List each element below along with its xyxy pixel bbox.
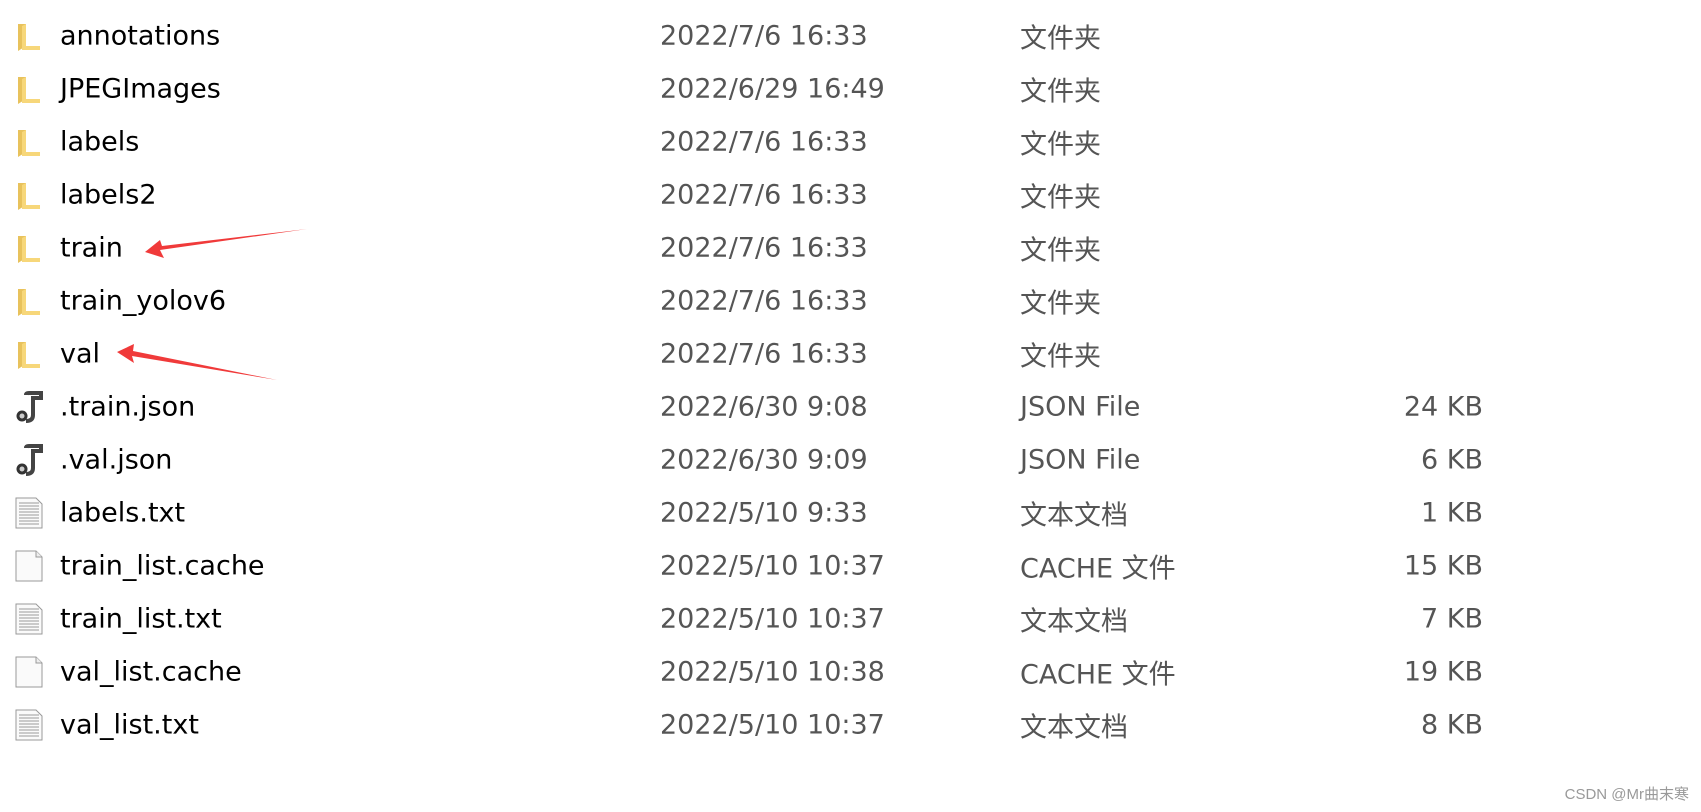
file-date: 2022/7/6 16:33 bbox=[660, 20, 868, 51]
file-row[interactable]: annotations 2022/7/6 16:33 文件夹 bbox=[0, 9, 1600, 62]
file-row[interactable]: labels 2022/7/6 16:33 文件夹 bbox=[0, 115, 1600, 168]
file-row[interactable]: labels.txt 2022/5/10 9:33 文本文档 1 KB bbox=[0, 486, 1600, 539]
watermark: CSDN @Mr曲末寒 bbox=[1564, 786, 1689, 803]
file-date: 2022/5/10 9:33 bbox=[660, 497, 868, 528]
file-type: JSON File bbox=[1020, 444, 1141, 475]
file-date: 2022/6/30 9:08 bbox=[660, 391, 868, 422]
folder-icon bbox=[14, 73, 44, 105]
file-name: annotations bbox=[60, 20, 221, 51]
file-row[interactable]: val_list.txt 2022/5/10 10:37 文本文档 8 KB bbox=[0, 698, 1600, 751]
file-type: 文本文档 bbox=[1020, 606, 1128, 637]
file-name: val_list.txt bbox=[60, 709, 199, 740]
file-size: 1 KB bbox=[1421, 497, 1483, 528]
file-type: 文件夹 bbox=[1020, 129, 1101, 160]
file-name: JPEGImages bbox=[60, 73, 221, 104]
folder-icon bbox=[14, 179, 44, 211]
file-date: 2022/6/29 16:49 bbox=[660, 73, 885, 104]
file-date: 2022/7/6 16:33 bbox=[660, 179, 868, 210]
folder-icon bbox=[14, 20, 44, 52]
json-file-icon bbox=[14, 390, 44, 423]
file-type: 文件夹 bbox=[1020, 182, 1101, 213]
text-file-icon bbox=[14, 497, 44, 529]
file-type: 文件夹 bbox=[1020, 76, 1101, 107]
file-type: 文件夹 bbox=[1020, 235, 1101, 266]
file-type: JSON File bbox=[1020, 391, 1141, 422]
file-date: 2022/5/10 10:37 bbox=[660, 550, 885, 581]
blank-file-icon bbox=[14, 656, 44, 688]
blank-file-icon bbox=[14, 550, 44, 582]
folder-icon bbox=[14, 285, 44, 317]
file-name: val bbox=[60, 338, 101, 369]
file-row[interactable]: val 2022/7/6 16:33 文件夹 bbox=[0, 327, 1600, 380]
file-type: 文件夹 bbox=[1020, 341, 1101, 372]
text-file-icon bbox=[14, 603, 44, 635]
file-type: 文本文档 bbox=[1020, 500, 1128, 531]
file-name: labels2 bbox=[60, 179, 157, 210]
file-type: 文件夹 bbox=[1020, 288, 1101, 319]
file-name: .train.json bbox=[60, 391, 196, 422]
file-size: 6 KB bbox=[1421, 444, 1483, 475]
file-type: 文件夹 bbox=[1020, 23, 1101, 54]
file-size: 24 KB bbox=[1403, 391, 1483, 422]
file-row[interactable]: .val.json 2022/6/30 9:09 JSON File 6 KB bbox=[0, 433, 1600, 486]
file-size: 7 KB bbox=[1421, 603, 1483, 634]
file-size: 15 KB bbox=[1403, 550, 1483, 581]
file-name: .val.json bbox=[60, 444, 173, 475]
file-date: 2022/5/10 10:37 bbox=[660, 709, 885, 740]
text-file-icon bbox=[14, 709, 44, 741]
folder-icon bbox=[14, 126, 44, 158]
file-name: train bbox=[60, 232, 123, 263]
folder-icon bbox=[14, 232, 44, 264]
file-name: train_list.txt bbox=[60, 603, 222, 634]
file-row[interactable]: labels2 2022/7/6 16:33 文件夹 bbox=[0, 168, 1600, 221]
file-row[interactable]: train 2022/7/6 16:33 文件夹 bbox=[0, 221, 1600, 274]
file-date: 2022/7/6 16:33 bbox=[660, 232, 868, 263]
file-type: CACHE 文件 bbox=[1020, 659, 1176, 690]
file-row[interactable]: train_yolov6 2022/7/6 16:33 文件夹 bbox=[0, 274, 1600, 327]
file-size: 8 KB bbox=[1421, 709, 1483, 740]
file-name: val_list.cache bbox=[60, 656, 242, 687]
file-date: 2022/7/6 16:33 bbox=[660, 338, 868, 369]
file-row[interactable]: train_list.cache 2022/5/10 10:37 CACHE 文件 1… bbox=[0, 539, 1600, 592]
file-row[interactable]: JPEGImages 2022/6/29 16:49 文件夹 bbox=[0, 62, 1600, 115]
folder-icon bbox=[14, 338, 44, 370]
json-file-icon bbox=[14, 443, 44, 476]
file-date: 2022/7/6 16:33 bbox=[660, 126, 868, 157]
file-date: 2022/7/6 16:33 bbox=[660, 285, 868, 316]
file-size: 19 KB bbox=[1403, 656, 1483, 687]
file-date: 2022/5/10 10:37 bbox=[660, 603, 885, 634]
file-name: labels.txt bbox=[60, 497, 186, 528]
file-row[interactable]: train_list.txt 2022/5/10 10:37 文本文档 7 KB bbox=[0, 592, 1600, 645]
file-name: labels bbox=[60, 126, 140, 157]
file-date: 2022/5/10 10:38 bbox=[660, 656, 885, 687]
file-row[interactable]: .train.json 2022/6/30 9:08 JSON File 24 KB bbox=[0, 380, 1600, 433]
file-date: 2022/6/30 9:09 bbox=[660, 444, 868, 475]
file-name: train_list.cache bbox=[60, 550, 265, 581]
file-row[interactable]: val_list.cache 2022/5/10 10:38 CACHE 文件 19 … bbox=[0, 645, 1600, 698]
file-name: train_yolov6 bbox=[60, 285, 227, 316]
file-type: 文本文档 bbox=[1020, 712, 1128, 743]
file-type: CACHE 文件 bbox=[1020, 553, 1176, 584]
